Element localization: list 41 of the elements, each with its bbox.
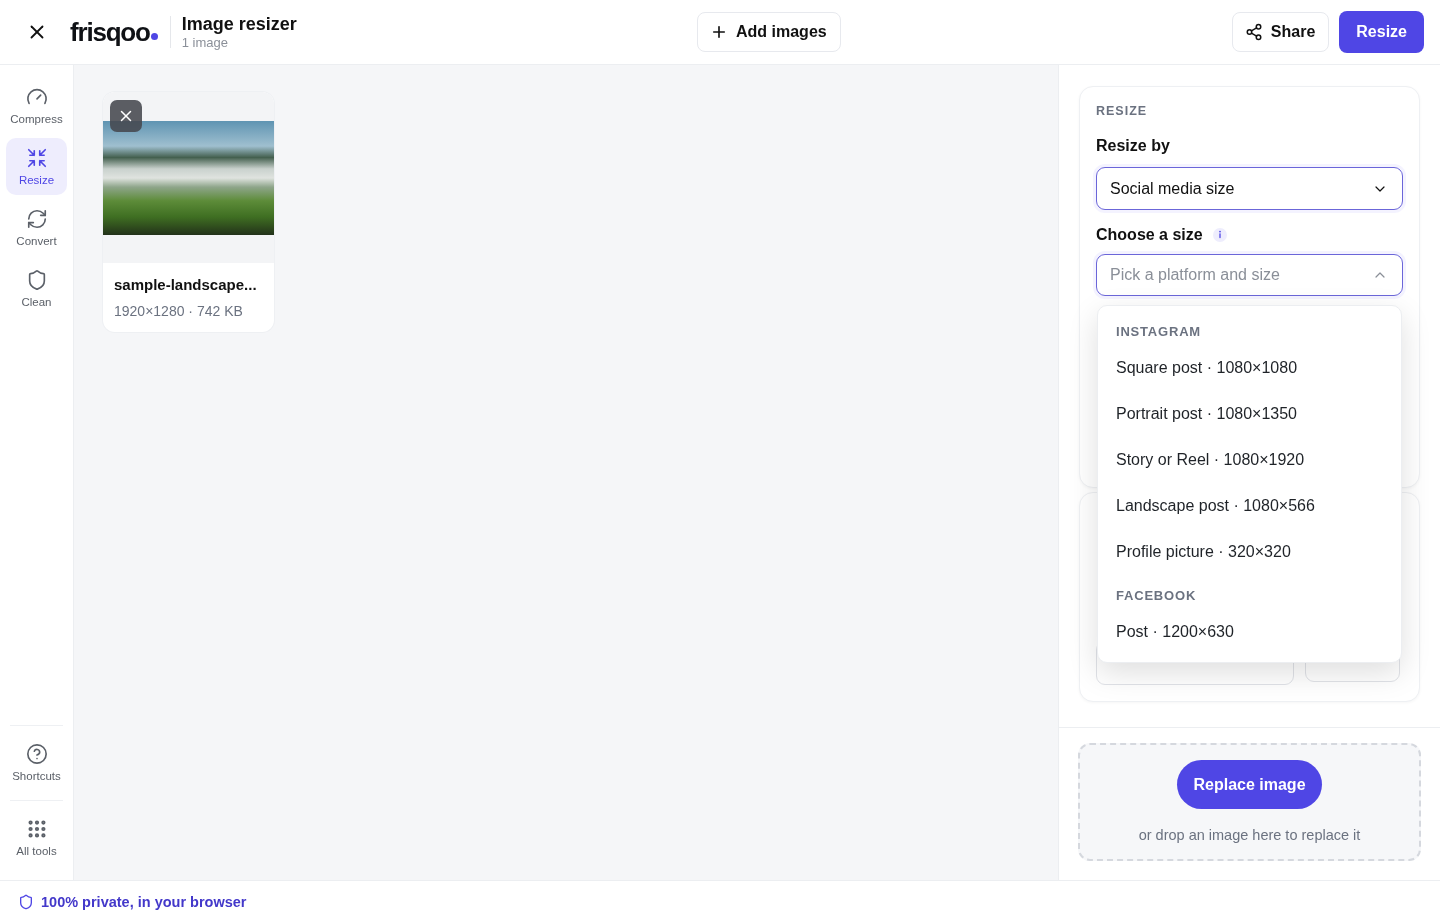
menu-option[interactable]: Square post · 1080×1080: [1098, 345, 1401, 391]
menu-option[interactable]: Portrait post · 1080×1350: [1098, 391, 1401, 437]
share-icon: [1244, 23, 1263, 41]
group-heading: INSTAGRAM: [1115, 322, 1202, 341]
select-field[interactable]: Social media size: [1096, 167, 1403, 210]
field-label: Resize by: [1096, 136, 1170, 156]
shield-icon: [18, 894, 34, 910]
menu-option[interactable]: Profile picture · 320×320: [1098, 529, 1401, 575]
dots-grid-icon: [25, 817, 48, 840]
sidebar-item[interactable]: All tools: [6, 809, 67, 866]
privacy-note: 100% private, in your browser: [41, 894, 247, 910]
help-icon: [25, 742, 48, 765]
sidebar-item[interactable]: Clean: [6, 260, 67, 317]
replace-image-button[interactable]: Replace image: [1177, 760, 1322, 809]
sidebar-item[interactable]: Shortcuts: [6, 734, 67, 791]
dot-icon: [150, 33, 158, 40]
refresh-icon: [25, 207, 48, 230]
file-details: 1920×1280 · 742 KB: [114, 302, 244, 321]
shrink-arrows-icon: [25, 146, 48, 169]
menu-option[interactable]: Post · 1200×630: [1098, 609, 1401, 655]
field-label: Choose a size: [1096, 225, 1203, 245]
share-button[interactable]: Share: [1231, 12, 1330, 52]
remove-button[interactable]: [110, 100, 142, 132]
plus-icon: [710, 23, 728, 41]
menu-option[interactable]: Story or Reel · 1080×1920: [1098, 437, 1401, 483]
group-heading: FACEBOOK: [1115, 586, 1198, 605]
sidebar-item[interactable]: Convert: [6, 199, 67, 256]
logo: frisqoo: [70, 18, 150, 46]
drop-zone[interactable]: Replace image or drop an image here to replace it: [1078, 743, 1421, 861]
sidebar-item[interactable]: Compress: [6, 77, 67, 134]
add-images-button[interactable]: Add images: [697, 12, 841, 52]
menu-option[interactable]: Landscape post · 1080×566: [1098, 483, 1401, 529]
app-title: Image resizer: [181, 14, 297, 35]
image-card[interactable]: sample-landscape... 1920×1280 · 742 KB: [103, 92, 274, 332]
file-name: sample-landscape...: [114, 275, 258, 295]
drop-hint: or drop an image here to replace it: [1138, 826, 1361, 844]
info-icon[interactable]: [1212, 228, 1227, 242]
image-count: 1 image: [181, 35, 229, 50]
section-title: RESIZE: [1096, 103, 1149, 119]
sidebar-item[interactable]: Resize: [6, 138, 67, 195]
resize-button[interactable]: Resize: [1339, 11, 1424, 53]
